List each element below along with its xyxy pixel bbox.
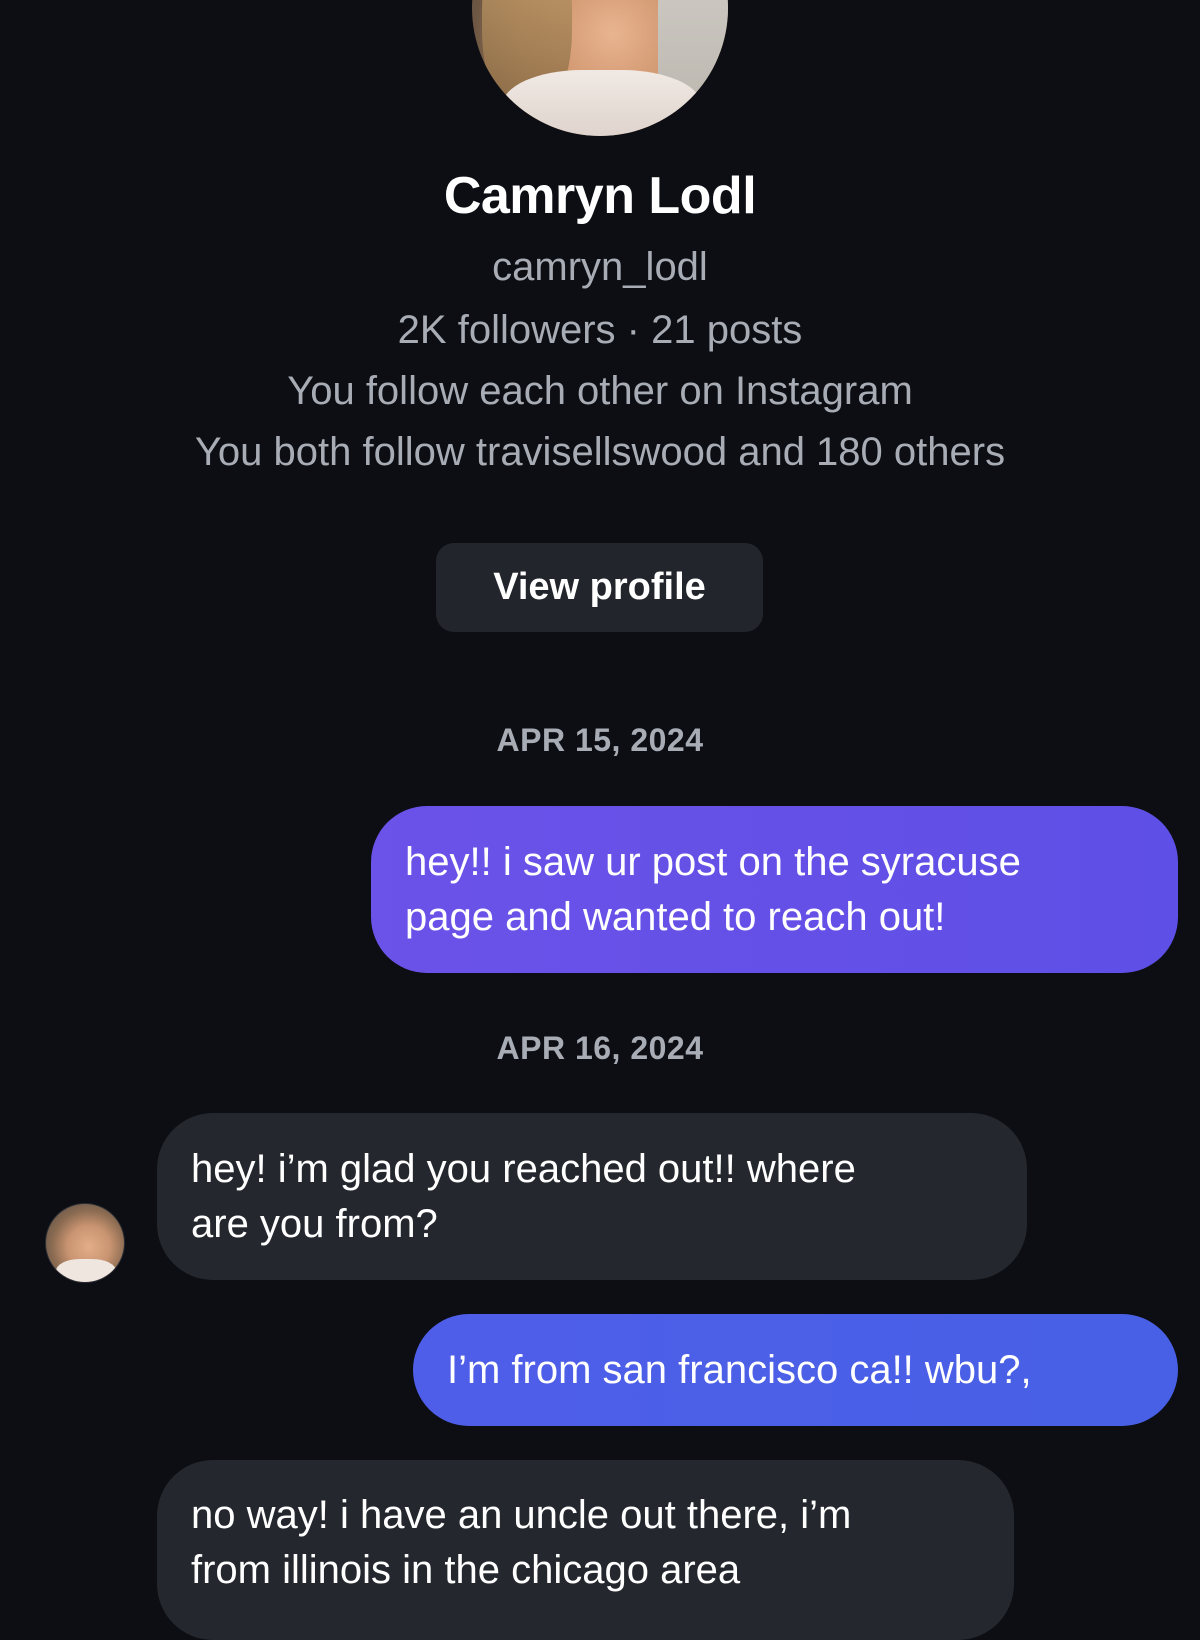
avatar-detail	[56, 1259, 116, 1282]
message-line: hey!! i saw ur post on the syracuse	[405, 839, 1021, 884]
profile-name: Camryn Lodl	[443, 167, 757, 225]
message-line: are you from?	[191, 1201, 438, 1246]
incoming-message[interactable]: no way! i have an uncle out there, i’m f…	[157, 1460, 1014, 1640]
profile-username: camryn_lodl	[492, 245, 708, 289]
message-line: I’m from san francisco ca!! wbu?,	[447, 1347, 1032, 1392]
follow-status: You follow each other on Instagram	[287, 369, 913, 413]
date-divider: APR 15, 2024	[496, 722, 704, 758]
outgoing-message[interactable]: hey!! i saw ur post on the syracuse page…	[371, 806, 1178, 973]
message-line: no way! i have an uncle out there, i’m	[191, 1493, 852, 1537]
mutual-followers: You both follow travisellswood and 180 o…	[194, 430, 1006, 474]
profile-stats: 2K followers · 21 posts	[397, 308, 803, 352]
incoming-message[interactable]: hey! i’m glad you reached out!! where ar…	[157, 1113, 1027, 1280]
profile-photo-towel	[502, 70, 702, 136]
message-text: hey!! i saw ur post on the syracuse page…	[405, 835, 1021, 945]
sender-avatar[interactable]	[45, 1203, 125, 1283]
view-profile-button[interactable]: View profile	[436, 543, 763, 632]
message-text: no way! i have an uncle out there, i’m f…	[191, 1488, 851, 1598]
date-divider: APR 16, 2024	[496, 1030, 704, 1066]
message-text: hey! i’m glad you reached out!! where ar…	[191, 1142, 856, 1252]
message-text: I’m from san francisco ca!! wbu?,	[447, 1343, 1032, 1398]
profile-photo[interactable]	[472, 0, 728, 136]
message-line: hey! i’m glad you reached out!! where	[191, 1146, 856, 1191]
message-line: page and wanted to reach out!	[405, 894, 946, 939]
outgoing-message[interactable]: I’m from san francisco ca!! wbu?,	[413, 1314, 1178, 1426]
message-line: from illinois in the chicago area	[191, 1548, 741, 1592]
